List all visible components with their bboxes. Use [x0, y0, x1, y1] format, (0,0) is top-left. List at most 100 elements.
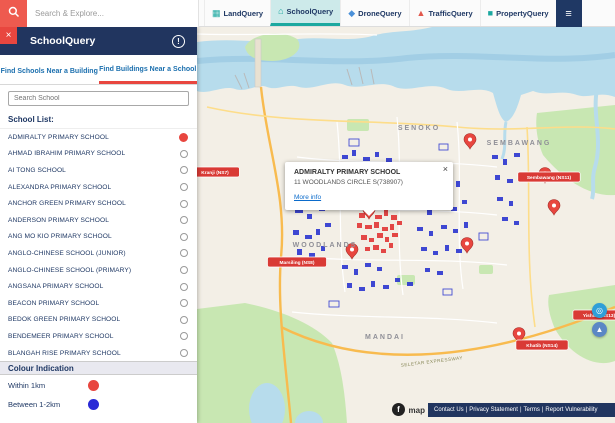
school-list-item[interactable]: ANGLO-CHINESE SCHOOL (PRIMARY): [0, 262, 197, 279]
map-canvas[interactable]: SEMBAWANGWOODLANDSMANDAISENOKOSELETAR EX…: [197, 27, 615, 423]
school-radio[interactable]: [180, 249, 188, 257]
school-radio[interactable]: [180, 266, 188, 274]
school-list-item[interactable]: ADMIRALTY PRIMARY SCHOOL: [0, 129, 197, 146]
mrt-station-label: Sembawang (NS11): [518, 172, 580, 182]
school-radio[interactable]: [180, 200, 188, 208]
menu-button[interactable]: ≡: [556, 0, 582, 27]
school-name: ADMIRALTY PRIMARY SCHOOL: [8, 134, 109, 141]
tab-propertyquery[interactable]: ■ PropertyQuery: [480, 0, 556, 26]
building-1-2km: [429, 231, 433, 236]
footer-link[interactable]: Terms: [524, 407, 540, 413]
building-within-1km: [374, 222, 379, 228]
building-1-2km: [363, 157, 370, 161]
building-within-1km: [390, 224, 394, 230]
school-list-item[interactable]: ALEXANDRA PRIMARY SCHOOL: [0, 179, 197, 196]
school-radio[interactable]: [180, 283, 188, 291]
building-1-2km: [293, 230, 299, 235]
school-list-item[interactable]: BEACON PRIMARY SCHOOL: [0, 295, 197, 312]
building-1-2km: [383, 285, 389, 289]
legend-label: Within 1km: [8, 381, 88, 390]
school-list-item[interactable]: BLANGAH RISE PRIMARY SCHOOL: [0, 345, 197, 362]
tab-landquery[interactable]: ▦ LandQuery: [204, 0, 270, 26]
footer-link[interactable]: Privacy Statement: [469, 407, 518, 413]
building-within-1km: [381, 249, 386, 253]
school-list-item[interactable]: ANGLO-CHINESE SCHOOL (JUNIOR): [0, 245, 197, 262]
building-1-2km: [407, 282, 413, 286]
building-within-1km: [361, 235, 367, 240]
menu-icon: ≡: [565, 8, 571, 20]
tab-dronequery[interactable]: ◆ DroneQuery: [340, 0, 408, 26]
building-1-2km: [464, 222, 468, 228]
building-1-2km: [305, 235, 312, 239]
building-within-1km: [375, 215, 382, 219]
tab-label: TrafficQuery: [428, 9, 472, 18]
footer-separator: |: [466, 407, 468, 413]
school-radio[interactable]: [180, 166, 188, 174]
school-list-item[interactable]: AI TONG SCHOOL: [0, 162, 197, 179]
blue-dot-icon: [88, 399, 99, 410]
tab-schoolquery[interactable]: ⌂ SchoolQuery: [270, 0, 340, 26]
school-list-item[interactable]: ANDERSON PRIMARY SCHOOL: [0, 212, 197, 229]
school-name: ANGSANA PRIMARY SCHOOL: [8, 283, 103, 290]
tab-find-buildings-near-school[interactable]: Find Buildings Near a School: [99, 55, 198, 84]
footer-link[interactable]: Report Vulnerability: [545, 407, 597, 413]
school-radio[interactable]: [180, 349, 188, 357]
school-radio[interactable]: [180, 316, 188, 324]
school-name: ALEXANDRA PRIMARY SCHOOL: [8, 184, 111, 191]
more-info-link[interactable]: More info: [294, 194, 321, 201]
school-list-item[interactable]: BEDOK GREEN PRIMARY SCHOOL: [0, 312, 197, 329]
school-icon: ⌂: [278, 7, 283, 16]
building-1-2km: [514, 153, 520, 157]
school-list-item[interactable]: ANGSANA PRIMARY SCHOOL: [0, 278, 197, 295]
building-1-2km: [297, 249, 302, 255]
footer-link[interactable]: Contact Us: [434, 407, 464, 413]
building-1-2km: [342, 155, 348, 159]
legend-within-1km: Within 1km: [0, 377, 197, 394]
building-1-2km: [417, 227, 423, 231]
facebook-icon[interactable]: f: [392, 403, 405, 416]
building-1-2km: [441, 225, 447, 229]
building-within-1km: [365, 225, 372, 229]
tab-trafficquery[interactable]: ▲ TrafficQuery: [409, 0, 480, 26]
building-1-2km: [445, 245, 449, 251]
building-within-1km: [397, 221, 402, 225]
building-within-1km: [384, 210, 388, 216]
building-within-1km: [369, 238, 374, 242]
building-1-2km: [395, 278, 400, 282]
building-1-2km: [365, 263, 371, 267]
school-radio[interactable]: [180, 150, 188, 158]
building-1-2km: [492, 155, 498, 159]
school-radio[interactable]: [180, 183, 188, 191]
global-search-input[interactable]: [27, 0, 199, 27]
school-radio[interactable]: [180, 233, 188, 241]
school-list-item[interactable]: BENDEMEER PRIMARY SCHOOL: [0, 328, 197, 345]
school-radio[interactable]: [179, 133, 188, 142]
top-bar: ▦ LandQuery ⌂ SchoolQuery ◆ DroneQuery ▲…: [0, 0, 615, 27]
school-search-input[interactable]: [8, 91, 189, 106]
building-within-1km: [373, 245, 379, 250]
search-button[interactable]: [0, 0, 27, 27]
red-dot-icon: [88, 380, 99, 391]
building-within-1km: [365, 247, 370, 251]
school-list-item[interactable]: AHMAD IBRAHIM PRIMARY SCHOOL: [0, 146, 197, 163]
school-radio[interactable]: [180, 332, 188, 340]
school-name: ANGLO-CHINESE SCHOOL (PRIMARY): [8, 267, 131, 274]
school-radio[interactable]: [180, 299, 188, 307]
school-name: ANG MO KIO PRIMARY SCHOOL: [8, 233, 112, 240]
locate-button[interactable]: ◎: [592, 303, 607, 318]
svg-text:Kranji (NS7): Kranji (NS7): [201, 170, 229, 176]
school-list-item[interactable]: ANG MO KIO PRIMARY SCHOOL: [0, 229, 197, 246]
building-1-2km: [354, 269, 358, 275]
land-icon: ▦: [212, 9, 221, 18]
building-1-2km: [495, 175, 500, 180]
building-within-1km: [392, 233, 398, 237]
school-list-item[interactable]: ANCHOR GREEN PRIMARY SCHOOL: [0, 195, 197, 212]
navigate-button[interactable]: ▲: [592, 322, 607, 337]
school-radio[interactable]: [180, 216, 188, 224]
tab-label: LandQuery: [224, 9, 264, 18]
tab-find-schools-near-building[interactable]: Find Schools Near a Building: [0, 55, 99, 84]
popup-close-button[interactable]: ×: [443, 164, 448, 174]
panel-close-button[interactable]: ×: [0, 27, 17, 44]
footer-links: Contact Us|Privacy Statement|Terms|Repor…: [428, 403, 615, 417]
info-icon[interactable]: !: [172, 35, 185, 48]
